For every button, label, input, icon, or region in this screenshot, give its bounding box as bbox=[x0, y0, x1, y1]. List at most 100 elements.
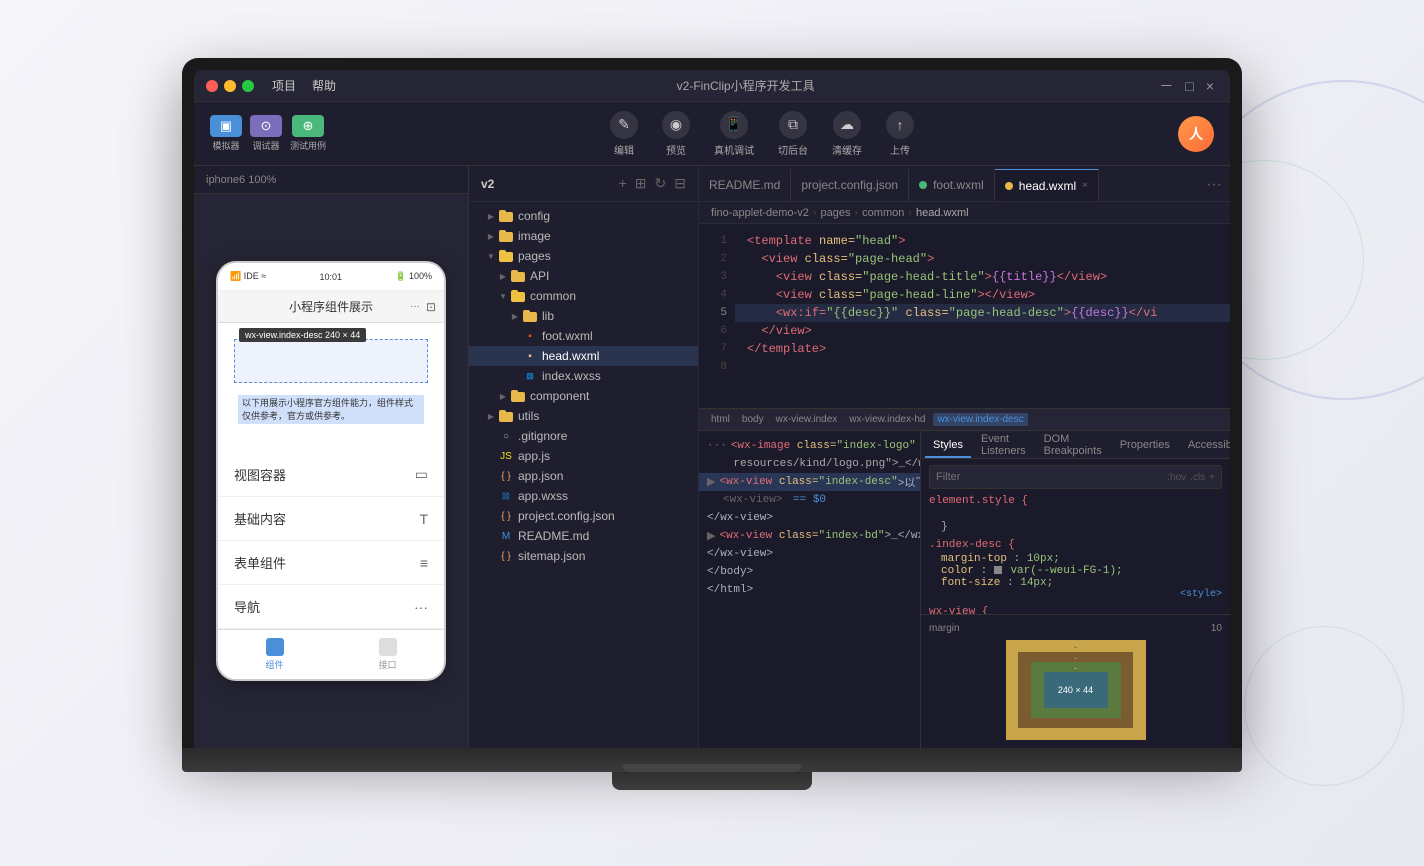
tree-folder-lib[interactable]: ▶ lib bbox=[469, 306, 698, 326]
cut-action[interactable]: ⧉ 切后台 bbox=[778, 111, 808, 157]
tree-file-app-json[interactable]: ▶ { } app.json bbox=[469, 466, 698, 486]
devtools-bc-wx-view-index[interactable]: wx-view.index bbox=[772, 413, 842, 426]
tree-folder-api[interactable]: ▶ API bbox=[469, 266, 698, 286]
tab-foot-wxml[interactable]: foot.wxml bbox=[909, 169, 995, 201]
debug-button[interactable]: ⊙ 调试器 bbox=[250, 115, 282, 152]
test-button[interactable]: ⊕ 测试用例 bbox=[290, 115, 326, 152]
breadcrumb-pages[interactable]: pages bbox=[821, 207, 851, 219]
tree-file-app-js[interactable]: ▶ JS app.js bbox=[469, 446, 698, 466]
style-source-index-desc[interactable]: <style> bbox=[929, 589, 1222, 600]
tree-folder-config[interactable]: ▶ config bbox=[469, 206, 698, 226]
html-line-8[interactable]: </body> bbox=[699, 563, 920, 581]
phone-tab-components[interactable]: 组件 bbox=[218, 638, 331, 671]
html-line-9[interactable]: </html> bbox=[699, 581, 920, 599]
html-line-7[interactable]: </wx-view> bbox=[699, 545, 920, 563]
filter-hov[interactable]: :hov bbox=[1167, 472, 1186, 483]
tree-file-sitemap[interactable]: ▶ { } sitemap.json bbox=[469, 546, 698, 566]
upload-action[interactable]: ↑ 上传 bbox=[886, 111, 914, 157]
section-basic-content[interactable]: 基础内容 T bbox=[218, 497, 444, 541]
phone-nav-expand[interactable]: ··· bbox=[410, 301, 420, 312]
styles-tab-accessibility[interactable]: Accessibility bbox=[1180, 434, 1230, 458]
styles-tab-styles[interactable]: Styles bbox=[925, 434, 971, 458]
html-line-selected[interactable]: ▶ <wx-view class= "index-desc" >以下用展示小程序… bbox=[699, 473, 920, 491]
breadcrumb-file[interactable]: head.wxml bbox=[916, 207, 969, 219]
window-maximize-icon[interactable]: □ bbox=[1181, 76, 1197, 96]
tab-more-button[interactable]: ··· bbox=[1198, 169, 1230, 201]
styles-tab-event-listeners[interactable]: Event Listeners bbox=[973, 434, 1034, 458]
tab-head-wxml[interactable]: head.wxml × bbox=[995, 169, 1099, 201]
filter-cls[interactable]: .cls bbox=[1190, 472, 1205, 483]
section-nav[interactable]: 导航 ··· bbox=[218, 585, 444, 629]
phone-tab-components-icon bbox=[266, 638, 284, 656]
devtools-bc-body[interactable]: body bbox=[738, 413, 768, 426]
edit-action[interactable]: ✎ 编辑 bbox=[610, 111, 638, 157]
devtools-bc-html[interactable]: html bbox=[707, 413, 734, 426]
tree-folder-image[interactable]: ▶ image bbox=[469, 226, 698, 246]
style-rule-wx-view: wx-view { display : block; bbox=[929, 606, 1222, 614]
maximize-button[interactable] bbox=[242, 80, 254, 92]
tab-project-config[interactable]: project.config.json bbox=[791, 169, 909, 201]
collapse-icon[interactable]: ⊟ bbox=[674, 175, 686, 192]
tree-file-foot-wxml[interactable]: ▶ ▪ foot.wxml bbox=[469, 326, 698, 346]
window-minimize-icon[interactable]: － bbox=[1155, 74, 1177, 98]
html-line-1[interactable]: ··· <wx-image class= "index-logo" src= "… bbox=[699, 437, 920, 455]
tree-label-app-js: app.js bbox=[518, 449, 550, 463]
filter-input[interactable] bbox=[936, 471, 1167, 483]
html-line-6[interactable]: ▶ <wx-view class= "index-bd" >_</wx-view… bbox=[699, 527, 920, 545]
window-close-icon[interactable]: × bbox=[1202, 76, 1218, 96]
close-button[interactable] bbox=[206, 80, 218, 92]
html-line-5[interactable]: </wx-view> bbox=[699, 509, 920, 527]
filter-add[interactable]: + bbox=[1209, 472, 1215, 483]
refresh-icon[interactable]: ↻ bbox=[655, 175, 667, 192]
devtools-bc-selected[interactable]: wx-view.index-desc bbox=[933, 413, 1027, 426]
simulate-icon: ▣ bbox=[210, 115, 242, 137]
menu-help[interactable]: 帮助 bbox=[312, 77, 336, 94]
tree-folder-utils[interactable]: ▶ utils bbox=[469, 406, 698, 426]
clear-cache-action[interactable]: ☁ 清缓存 bbox=[832, 111, 862, 157]
file-tree-panel: v2 + ⊞ ↻ ⊟ ▶ bbox=[469, 166, 699, 748]
style-rule-index-desc: .index-desc { margin-top : 10px; bbox=[929, 539, 1222, 600]
folder-icon-lib bbox=[523, 310, 537, 322]
section-form[interactable]: 表单组件 ≡ bbox=[218, 541, 444, 585]
simulate-button[interactable]: ▣ 模拟器 bbox=[210, 115, 242, 152]
styles-tab-properties[interactable]: Properties bbox=[1112, 434, 1178, 458]
box-model-visual: - - - 240 × 44 bbox=[1006, 640, 1146, 740]
html-line-4[interactable]: <wx-view> == $0 bbox=[699, 491, 920, 509]
tree-arrow-api: ▶ bbox=[497, 270, 509, 282]
tree-file-gitignore[interactable]: ▶ ○ .gitignore bbox=[469, 426, 698, 446]
phone-expand-icon[interactable]: ⊡ bbox=[426, 300, 436, 314]
tree-file-head-wxml[interactable]: ▶ ▪ head.wxml bbox=[469, 346, 698, 366]
menu-project[interactable]: 项目 bbox=[272, 77, 296, 94]
new-file-icon[interactable]: + bbox=[619, 175, 627, 192]
device-debug-action[interactable]: 📱 真机调试 bbox=[714, 111, 754, 157]
tree-folder-pages[interactable]: ▼ pages bbox=[469, 246, 698, 266]
breadcrumb-root[interactable]: fino-applet-demo-v2 bbox=[711, 207, 809, 219]
tab-readme[interactable]: README.md bbox=[699, 169, 791, 201]
tree-folder-common[interactable]: ▼ common bbox=[469, 286, 698, 306]
phone-tab-interface-label: 接口 bbox=[378, 658, 396, 671]
tree-file-project-config[interactable]: ▶ { } project.config.json bbox=[469, 506, 698, 526]
tree-arrow-lib: ▶ bbox=[509, 310, 521, 322]
tree-label-app-wxss: app.wxss bbox=[518, 489, 568, 503]
tree-file-app-wxss[interactable]: ▶ ⊠ app.wxss bbox=[469, 486, 698, 506]
breadcrumb-common[interactable]: common bbox=[862, 207, 904, 219]
code-content[interactable]: <template name= "head" > <view class= bbox=[735, 224, 1230, 408]
phone-signal: 📶 IDE ≈ bbox=[230, 271, 266, 282]
section-view-container[interactable]: 视图容器 ▭ bbox=[218, 453, 444, 497]
styles-tab-dom-breakpoints[interactable]: DOM Breakpoints bbox=[1036, 434, 1110, 458]
tab-foot-wxml-indicator bbox=[919, 181, 927, 189]
tab-head-wxml-close[interactable]: × bbox=[1082, 180, 1088, 191]
devtools-bc-wx-view-index-hd[interactable]: wx-view.index-hd bbox=[845, 413, 929, 426]
tree-file-readme[interactable]: ▶ M README.md bbox=[469, 526, 698, 546]
phone-tab-interface[interactable]: 接口 bbox=[331, 638, 444, 671]
preview-action[interactable]: ◉ 预览 bbox=[662, 111, 690, 157]
new-folder-icon[interactable]: ⊞ bbox=[635, 175, 647, 192]
file-tree-root: v2 bbox=[481, 177, 494, 191]
phone-content: wx-view.index-desc 240 × 44 以下用展示小程序官方组件… bbox=[218, 323, 444, 629]
tree-file-index-wxss[interactable]: ▶ ⊠ index.wxss bbox=[469, 366, 698, 386]
tree-folder-component[interactable]: ▶ component bbox=[469, 386, 698, 406]
styles-content: :hov .cls + element.style { bbox=[921, 459, 1230, 614]
html-line-2[interactable]: resources/kind/logo.png">_</wx-image> bbox=[699, 455, 920, 473]
minimize-button[interactable] bbox=[224, 80, 236, 92]
user-avatar[interactable]: 人 bbox=[1178, 116, 1214, 152]
